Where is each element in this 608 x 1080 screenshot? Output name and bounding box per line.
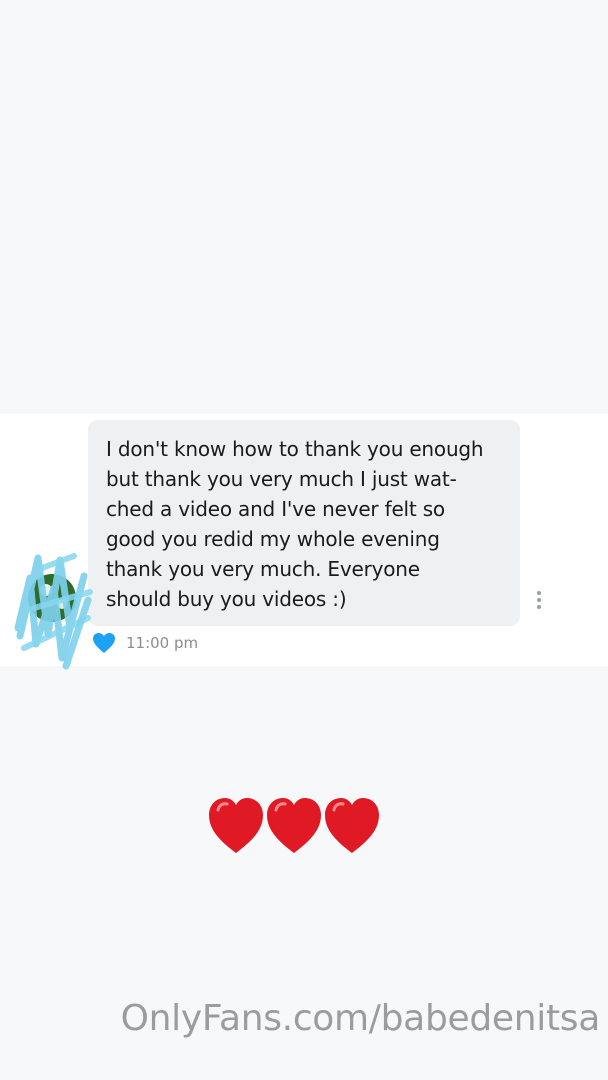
message-meta: 11:00 pm bbox=[92, 630, 198, 656]
dot bbox=[537, 591, 541, 595]
message-bubble[interactable]: I don't know how to thank you enough but… bbox=[88, 420, 520, 626]
watermark: OnlyFans.com/babedenitsa bbox=[120, 998, 601, 1039]
heart-icon bbox=[209, 798, 263, 853]
hearts-decoration bbox=[209, 798, 379, 853]
dot bbox=[537, 605, 541, 609]
avatar[interactable] bbox=[14, 548, 96, 670]
heart-icon bbox=[267, 798, 321, 853]
message-timestamp: 11:00 pm bbox=[126, 634, 199, 652]
dot bbox=[537, 598, 541, 602]
message-text: I don't know how to thank you enough but… bbox=[106, 437, 484, 611]
more-vertical-icon[interactable] bbox=[530, 588, 548, 612]
heart-icon bbox=[325, 798, 379, 853]
heart-like-icon[interactable] bbox=[92, 632, 116, 654]
